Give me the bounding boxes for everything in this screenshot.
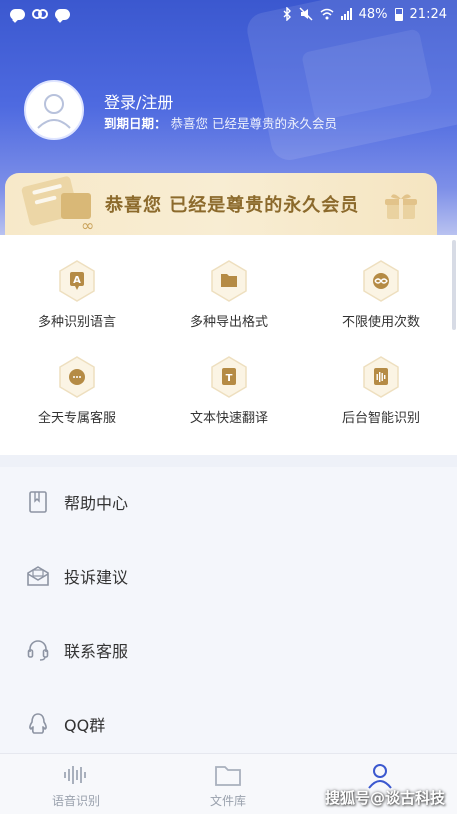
headset-icon [26,638,50,662]
feature-label: 多种导出格式 [189,315,268,330]
gift-icon [385,194,417,219]
wechat-icon [10,8,25,20]
membership-features: A 多种识别语言 多种导出格式 不限使用次数 全天专属客服 T 文本快速翻译 后… [0,235,457,455]
status-system: 48% 21:24 [282,7,447,22]
menu-label: 联系客服 [64,642,129,661]
wifi-icon [320,8,334,20]
section-divider [0,455,457,467]
hexagon-badge: T [209,355,249,399]
feature-label: 全天专属客服 [37,411,116,426]
feature-item[interactable]: A 多种识别语言 [2,259,152,330]
feature-item[interactable]: 多种导出格式 [154,259,304,330]
menu-feedback[interactable]: 投诉建议 [0,546,457,606]
expiry-label: 到期日期： [104,116,167,131]
menu-label: 投诉建议 [64,568,129,587]
mute-icon [299,7,313,21]
svg-text:A: A [73,275,81,286]
tab-voice-recognition[interactable]: 语音识别 [16,760,136,809]
status-notifications [10,8,70,20]
feature-label: 不限使用次数 [341,315,420,330]
svg-text:T: T [226,373,233,384]
wechat-icon [55,8,70,20]
mail-icon [26,564,50,588]
person-icon [320,760,440,790]
expiry-info: 到期日期： 恭喜您 已经是尊贵的永久会员 [104,113,337,132]
tab-label: 语音识别 [51,794,100,808]
menu-qq-group[interactable]: QQ群 [0,694,457,754]
feature-label: 文本快速翻译 [189,411,268,426]
menu-label: 帮助中心 [64,494,129,513]
user-silhouette-icon [37,94,71,129]
folder-icon [168,760,288,790]
feature-item[interactable]: T 文本快速翻译 [154,355,304,426]
scrollbar[interactable] [452,240,456,330]
hexagon-badge [361,355,401,399]
bluetooth-icon [283,7,291,21]
battery-percent: 48% [358,6,388,22]
clock: 21:24 [409,6,447,22]
qq-penguin-icon [26,712,50,736]
menu-help-center[interactable]: 帮助中心 [0,472,457,532]
book-icon [26,490,50,514]
feature-label: 多种识别语言 [37,315,116,330]
menu-contact-support[interactable]: 联系客服 [0,620,457,680]
folder-icon [211,260,247,302]
feature-label: 后台智能识别 [341,411,420,426]
tab-label: 文件库 [209,794,246,808]
menu-label: QQ群 [64,716,106,735]
language-a-icon: A [59,260,95,302]
link-icon [32,9,48,19]
scroll-coupon-icon: ∞ [21,176,94,235]
feature-item[interactable]: 后台智能识别 [306,355,456,426]
vip-banner[interactable]: ∞ 恭喜您 已经是尊贵的永久会员 [5,173,437,235]
status-bar: 48% 21:24 [0,0,457,28]
tab-profile[interactable] [320,760,440,790]
hexagon-badge [361,259,401,303]
feature-item[interactable]: 全天专属客服 [2,355,152,426]
avatar[interactable] [24,80,84,140]
signal-icon [340,8,352,20]
soundwave-icon [16,760,136,790]
vip-banner-text: 恭喜您 已经是尊贵的永久会员 [105,195,360,216]
text-t-icon: T [211,356,247,398]
chat-dots-icon [59,356,95,398]
svg-text:∞: ∞ [81,216,94,235]
feature-item[interactable]: 不限使用次数 [306,259,456,330]
infinity-icon [363,260,399,302]
login-register-link[interactable]: 登录/注册 [104,89,173,113]
hexagon-badge [57,355,97,399]
battery-icon [394,7,403,21]
expiry-value: 恭喜您 已经是尊贵的永久会员 [170,116,337,131]
hexagon-badge [209,259,249,303]
hexagon-badge: A [57,259,97,303]
watermark: 搜狐号@谈古科技 [324,789,445,807]
soundwave-icon [363,356,399,398]
tab-file-library[interactable]: 文件库 [168,760,288,809]
